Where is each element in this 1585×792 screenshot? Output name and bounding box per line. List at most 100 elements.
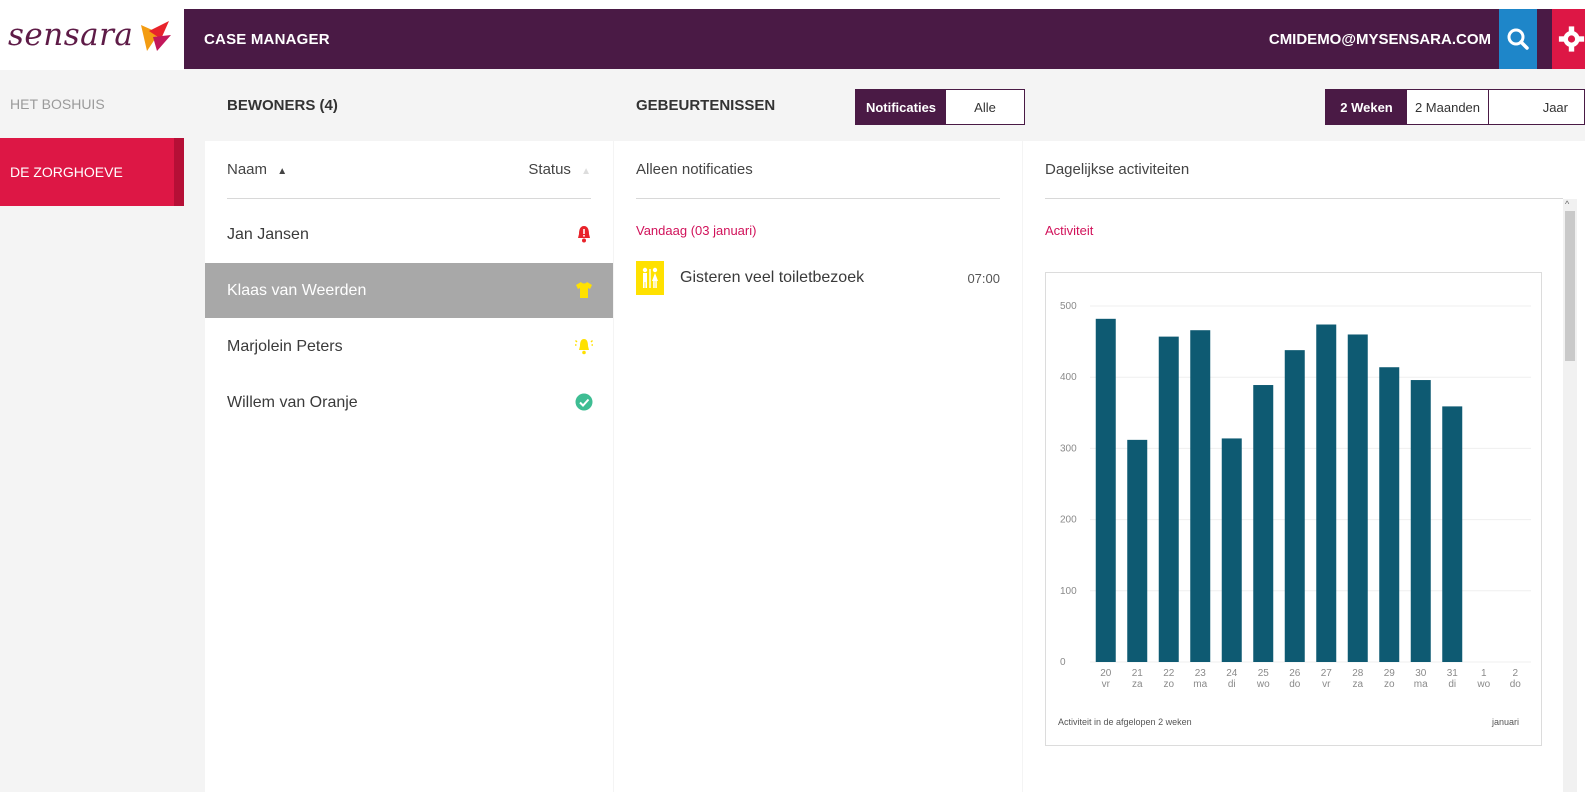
chart-bar[interactable] [1253, 385, 1274, 662]
x-tick-label: 24 [1226, 668, 1238, 679]
scrollbar-thumb[interactable] [1565, 211, 1575, 361]
status-column-header[interactable]: Status ▲ [528, 161, 591, 178]
x-tick-sublabel: ma [1414, 679, 1428, 690]
chart-footer-left: Activiteit in de afgelopen 2 weken [1058, 717, 1192, 727]
x-tick-label: 27 [1321, 668, 1333, 679]
x-tick-sublabel: zo [1163, 679, 1174, 690]
event-title: Gisteren veel toiletbezoek [680, 269, 865, 286]
events-header: GEBEURTENISSEN [636, 69, 775, 141]
sidebar-item-de-zorghoeve[interactable]: DE ZORGHOEVE [0, 138, 184, 206]
events-subheader: Alleen notificaties [636, 141, 1000, 199]
chart-bar[interactable] [1442, 406, 1463, 662]
resident-row[interactable]: Marjolein Peters [205, 319, 613, 374]
x-tick-sublabel: vr [1322, 679, 1331, 690]
x-tick-sublabel: di [1228, 679, 1236, 690]
resident-name: Jan Jansen [227, 225, 309, 243]
sidebar-item-label: HET BOSHUIS [10, 96, 105, 112]
name-column-header[interactable]: Naam ▲ [227, 161, 287, 178]
resident-name: Marjolein Peters [227, 337, 343, 355]
resident-row[interactable]: Willem van Oranje [205, 375, 613, 430]
sort-ascending-icon: ▲ [277, 166, 288, 177]
search-icon [1507, 28, 1529, 50]
sort-neutral-icon: ▲ [581, 166, 591, 177]
x-tick-label: 22 [1163, 668, 1175, 679]
y-tick-label: 200 [1060, 515, 1077, 526]
chart-bar[interactable] [1190, 330, 1211, 662]
residents-header: BEWONERS (4) [227, 69, 338, 141]
activity-panel: Dagelijkse activiteiten Activiteit 0 100 2… [1023, 141, 1585, 792]
x-tick-label: 21 [1132, 668, 1144, 679]
activity-title: Dagelijkse activiteiten [1045, 161, 1190, 178]
residents-table-header: Naam ▲ Status ▲ [227, 141, 591, 199]
x-tick-label: 23 [1195, 668, 1207, 679]
events-subheader-label: Alleen notificaties [636, 161, 753, 178]
x-tick-sublabel: vr [1102, 679, 1111, 690]
x-tick-label: 29 [1384, 668, 1396, 679]
x-tick-sublabel: zo [1384, 679, 1395, 690]
main-content: BEWONERS (4) GEBEURTENISSEN Notificaties… [184, 69, 1585, 792]
x-tick-label: 28 [1352, 668, 1364, 679]
chart-bar[interactable] [1316, 324, 1337, 662]
chart-bar[interactable] [1347, 334, 1368, 662]
event-item[interactable]: Gisteren veel toiletbezoek 07:00 [636, 260, 1000, 296]
activity-header: Dagelijkse activiteiten [1045, 141, 1563, 199]
y-tick-label: 300 [1060, 443, 1077, 454]
resident-row[interactable]: Jan Jansen [205, 207, 613, 262]
chart-bar[interactable] [1221, 438, 1242, 662]
x-tick-label: 25 [1258, 668, 1270, 679]
bell-ringing-icon [575, 339, 593, 355]
resident-name: Klaas van Weerden [227, 281, 367, 299]
chart-bar[interactable] [1379, 367, 1400, 662]
x-tick-sublabel: do [1289, 679, 1301, 690]
x-tick-sublabel: di [1448, 679, 1456, 690]
activity-subheader: Activiteit [1045, 223, 1094, 238]
gear-icon [1558, 26, 1585, 52]
sidebar-item-het-boshuis[interactable]: HET BOSHUIS [0, 70, 184, 138]
scrollbar[interactable]: ^ [1563, 199, 1577, 792]
x-tick-label: 2 [1512, 668, 1518, 679]
chart-bar[interactable] [1158, 336, 1179, 662]
residents-title: BEWONERS (4) [227, 96, 338, 114]
x-tick-sublabel: wo [1476, 679, 1490, 690]
period-2-weken-button[interactable]: 2 Weken [1326, 90, 1407, 124]
events-panel: Alleen notificaties Vandaag (03 januari)… [614, 141, 1022, 792]
activity-chart-svg: 010020030040050020vr21za22zo23ma24di25wo… [1060, 301, 1531, 690]
y-tick-label: 0 [1060, 657, 1066, 668]
chart-bar[interactable] [1284, 350, 1305, 662]
resident-name: Willem van Oranje [227, 393, 358, 411]
x-tick-label: 30 [1415, 668, 1427, 679]
user-email[interactable]: CMIDEMO@MYSENSARA.COM [1269, 31, 1491, 48]
period-toggle: 2 Weken 2 Maanden Jaar [1325, 89, 1585, 125]
y-tick-label: 100 [1060, 586, 1077, 597]
chart-bar[interactable] [1127, 439, 1148, 662]
sidebar-item-label: DE ZORGHOEVE [10, 164, 123, 180]
x-tick-sublabel: wo [1256, 679, 1270, 690]
top-bar: CASE MANAGER CMIDEMO@MYSENSARA.COM [184, 9, 1585, 69]
event-time: 07:00 [967, 270, 1000, 286]
settings-button[interactable] [1552, 9, 1585, 69]
period-jaar-button[interactable]: Jaar [1489, 90, 1584, 124]
activity-chart: 0 100 200 300 400 500 20 vr 21 za 22 zo 23 ma 24 di 25 wo… [1045, 272, 1542, 746]
chart-footer-right: januari [1491, 717, 1519, 727]
name-column-label: Naam [227, 161, 268, 178]
events-title: GEBEURTENISSEN [636, 96, 776, 114]
chart-bar[interactable] [1410, 380, 1431, 662]
logo[interactable]: sensara [0, 0, 184, 70]
x-tick-label: 31 [1447, 668, 1459, 679]
x-tick-sublabel: ma [1193, 679, 1207, 690]
sidebar-nav: HET BOSHUIS DE ZORGHOEVE [0, 70, 184, 792]
resident-row-selected[interactable]: Klaas van Weerden [205, 263, 613, 318]
search-button[interactable] [1499, 9, 1537, 69]
filter-alle-button[interactable]: Alle [946, 90, 1024, 124]
shirt-icon [576, 282, 592, 298]
sidebar: sensara HET BOSHUIS DE ZORGHOEVE [0, 0, 184, 792]
y-tick-label: 400 [1060, 372, 1077, 383]
x-tick-sublabel: za [1132, 679, 1143, 690]
toilet-icon [636, 261, 664, 295]
x-tick-label: 1 [1481, 668, 1487, 679]
period-2-maanden-button[interactable]: 2 Maanden [1407, 90, 1489, 124]
chart-bar[interactable] [1095, 318, 1116, 662]
x-tick-sublabel: za [1352, 679, 1363, 690]
filter-notificaties-button[interactable]: Notificaties [856, 90, 946, 124]
scroll-up-arrow-icon[interactable]: ^ [1565, 199, 1569, 209]
